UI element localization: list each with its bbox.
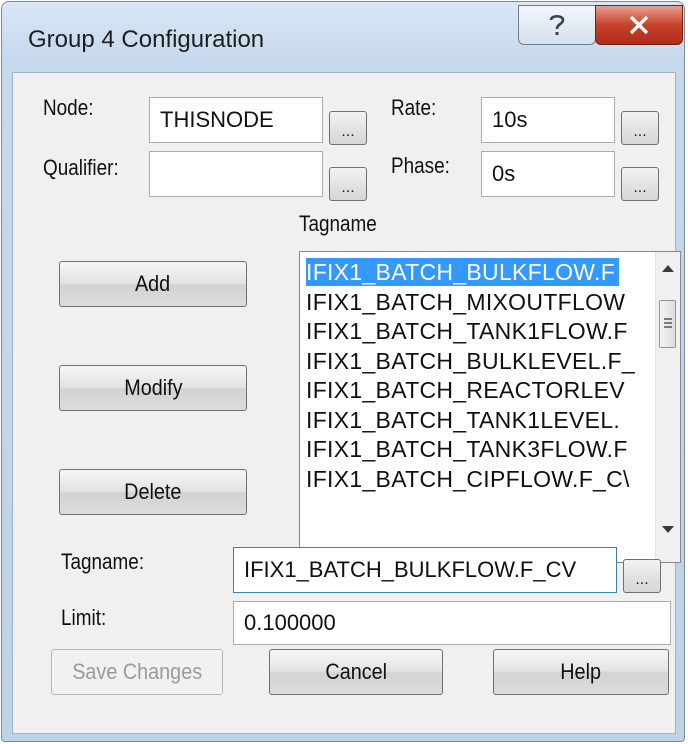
phase-browse-button[interactable]: ... <box>621 167 659 201</box>
phase-label: Phase: <box>391 153 450 178</box>
node-label: Node: <box>43 95 94 120</box>
list-item[interactable]: IFIX1_BATCH_TANK3FLOW.F <box>306 435 628 463</box>
dialog-body: Node: THISNODE ... Rate: 10s ... Qualifi… <box>12 72 681 734</box>
delete-button[interactable]: Delete <box>59 469 247 515</box>
tagname-browse-button[interactable]: ... <box>623 559 661 593</box>
list-item[interactable]: IFIX1_BATCH_REACTORLEV <box>306 376 625 404</box>
cancel-button[interactable]: Cancel <box>269 649 443 695</box>
tagname-label: Tagname: <box>61 549 145 574</box>
node-browse-button[interactable]: ... <box>329 111 367 145</box>
window-title: Group 4 Configuration <box>28 26 265 53</box>
list-item[interactable]: IFIX1_BATCH_CIPFLOW.F_C\ <box>306 465 630 493</box>
phase-field[interactable]: 0s <box>481 151 615 197</box>
save-changes-button[interactable]: Save Changes <box>51 649 223 695</box>
list-item[interactable]: IFIX1_BATCH_BULKLEVEL.F_ <box>306 347 635 375</box>
rate-browse-button[interactable]: ... <box>621 111 659 145</box>
list-item[interactable]: IFIX1_BATCH_MIXOUTFLOW <box>306 288 625 316</box>
title-help-button[interactable] <box>518 5 596 45</box>
dialog-window: Group 4 Configuration Node: THISNODE ...… <box>1 1 685 742</box>
help-button[interactable]: Help <box>493 649 669 695</box>
add-button[interactable]: Add <box>59 261 247 307</box>
tagname-listbox[interactable]: IFIX1_BATCH_BULKFLOW.F IFIX1_BATCH_MIXOUT… <box>299 251 681 563</box>
scroll-down-arrow-icon[interactable] <box>661 524 675 534</box>
qualifier-browse-button[interactable]: ... <box>329 167 367 201</box>
list-item[interactable]: IFIX1_BATCH_BULKFLOW.F <box>306 258 620 286</box>
scrollbar-thumb[interactable] <box>659 300 676 348</box>
tagname-field[interactable]: IFIX1_BATCH_BULKFLOW.F_CV <box>233 547 617 593</box>
question-mark-icon <box>549 14 565 35</box>
node-field[interactable]: THISNODE <box>149 97 323 143</box>
title-close-button[interactable] <box>595 5 683 45</box>
grip-icon <box>664 318 672 328</box>
list-item[interactable]: IFIX1_BATCH_TANK1FLOW.F <box>306 317 628 345</box>
limit-field[interactable]: 0.100000 <box>233 601 671 645</box>
qualifier-field[interactable] <box>149 151 323 197</box>
tagname-list-header: Tagname <box>299 211 377 236</box>
qualifier-label: Qualifier: <box>43 155 119 180</box>
list-item[interactable]: IFIX1_BATCH_TANK1LEVEL. <box>306 406 620 434</box>
modify-button[interactable]: Modify <box>59 365 247 411</box>
rate-field[interactable]: 10s <box>481 97 615 143</box>
scroll-up-arrow-icon[interactable] <box>661 264 675 274</box>
limit-label: Limit: <box>61 605 107 630</box>
close-icon <box>629 15 649 35</box>
list-scrollbar[interactable] <box>655 252 680 562</box>
rate-label: Rate: <box>391 95 437 120</box>
